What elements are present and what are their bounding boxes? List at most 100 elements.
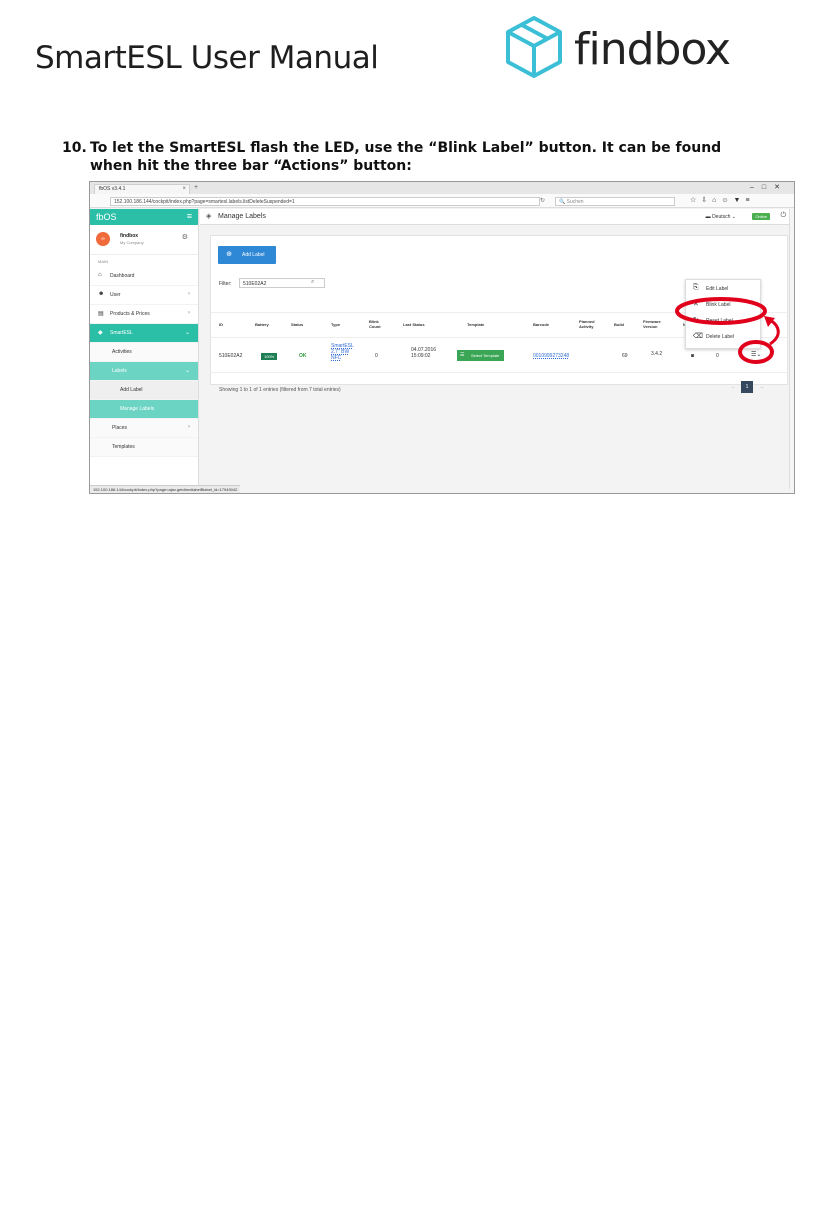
table-footer: Showing 1 to 1 of 1 entries (filtered fr… xyxy=(219,387,341,393)
cell-id: 510E02A2 xyxy=(219,353,243,359)
col-id[interactable]: ID xyxy=(219,322,223,327)
language-label: Deutsch xyxy=(712,214,731,220)
cell-type-link[interactable]: SmartESL 2.7" BW NFC xyxy=(331,343,357,361)
step-number: 10. xyxy=(62,140,87,156)
tag-icon: ◆ xyxy=(98,330,103,336)
col-firmware[interactable]: Firmware Version xyxy=(643,319,669,329)
sidebar-item-label: User xyxy=(110,292,121,298)
sidebar-item-activities[interactable]: Activities xyxy=(90,343,198,362)
col-build[interactable]: Build xyxy=(614,322,624,327)
new-tab-icon[interactable]: + xyxy=(194,184,198,191)
status-ok: OK xyxy=(299,353,307,359)
sidebar-item-smartesl[interactable]: ◆ SmartESL ⌄ xyxy=(90,324,198,343)
cell-last-status: 04.07.2016 15:09:02 xyxy=(411,347,437,359)
chevron-down-icon: ⌄ xyxy=(184,368,190,374)
sidebar-brand: fbOS ≡ xyxy=(90,209,198,225)
user-profile: ∞ findbox My Company ⚙ xyxy=(90,225,198,255)
sidebar-item-labels[interactable]: Labels ⌄ xyxy=(90,362,198,381)
sidebar-item-products[interactable]: ▤ Products & Prices › xyxy=(90,305,198,324)
col-type[interactable]: Type xyxy=(331,322,340,327)
url-field[interactable]: 152.100.186.144/cockpit/index.php?page=s… xyxy=(110,197,540,206)
browser-status-bar: 152.100.186.144/cockpit/index.php?page=a… xyxy=(90,485,241,493)
page-scrollbar[interactable] xyxy=(789,209,794,489)
col-battery[interactable]: Battery xyxy=(255,322,269,327)
chevron-right-icon: › xyxy=(188,424,190,430)
logo-text: findbox xyxy=(574,24,731,75)
language-select[interactable]: ▬ Deutsch ⌄ xyxy=(706,214,736,220)
sidebar-item-add-label[interactable]: Add Label xyxy=(90,381,198,400)
chevron-down-icon: ⌄ xyxy=(184,330,190,336)
browser-toolbar-icons[interactable]: ☆⇩⌂☺▼≡ xyxy=(690,196,755,204)
window-controls-icon[interactable]: –□✕ xyxy=(750,183,788,191)
cell-count: 0 xyxy=(716,353,719,359)
sidebar-item-label: Manage Labels xyxy=(120,406,155,412)
sidebar-item-places[interactable]: Places › xyxy=(90,419,198,438)
chevron-right-icon: › xyxy=(188,310,190,316)
edit-icon: ⎘ xyxy=(693,284,699,291)
cell-blink-count: 0 xyxy=(375,353,378,359)
box-logo-icon xyxy=(506,16,562,78)
browser-tab[interactable]: fbOS v3.4.1 × xyxy=(94,184,190,194)
sidebar-item-label: Dashboard xyxy=(110,273,135,279)
col-blink-count[interactable]: Blink Count xyxy=(369,319,385,329)
profile-company: My Company xyxy=(120,240,144,245)
col-status[interactable]: Status xyxy=(291,322,303,327)
pagination-current[interactable]: 1 xyxy=(741,381,753,393)
sidebar-section-head: MAIN xyxy=(98,259,108,264)
main-content: ◈ Manage Labels ▬ Deutsch ⌄ Online ⏻ ⊕ A… xyxy=(200,209,794,493)
pagination-prev[interactable]: ← xyxy=(731,384,736,390)
tags-icon: ◈ xyxy=(206,213,212,220)
select-template-text: Select Template xyxy=(471,353,500,358)
reload-icon[interactable]: ↻ xyxy=(540,197,545,204)
page-title: Manage Labels xyxy=(218,213,266,220)
brand-name: fbOS xyxy=(96,212,117,222)
menu-item-label: Edit Label xyxy=(706,286,729,292)
nfc-icon: ◙ xyxy=(691,353,695,359)
sidebar-item-label: Add Label xyxy=(120,387,143,393)
chevron-right-icon: › xyxy=(188,291,190,297)
sidebar-item-label: Templates xyxy=(112,444,135,450)
select-template-button[interactable]: ☰ Select Template xyxy=(457,350,505,361)
actions-dropdown: ⎘ Edit Label ✕ Blink Label ↻ Reset Label… xyxy=(685,279,761,349)
flash-icon: ✕ xyxy=(693,301,699,308)
list-icon: ☰ xyxy=(460,352,465,358)
edit-label-item[interactable]: ⎘ Edit Label xyxy=(686,280,760,296)
col-planned-activity[interactable]: Planned Activity xyxy=(579,319,601,329)
filter-label: Filter: xyxy=(219,281,232,287)
menu-toggle-icon[interactable]: ≡ xyxy=(187,211,192,221)
step-text: To let the SmartESL flash the LED, use t… xyxy=(90,140,722,174)
user-icon: ☻ xyxy=(98,291,105,297)
power-icon[interactable]: ⏻ xyxy=(780,212,786,220)
sidebar-item-user[interactable]: ☻ User › xyxy=(90,286,198,305)
delete-label-item[interactable]: ⌫ Delete Label xyxy=(686,328,760,344)
add-label-text: Add Label xyxy=(242,252,265,258)
sidebar-item-templates[interactable]: Templates xyxy=(90,438,198,457)
plus-icon: ⊕ xyxy=(226,251,232,258)
pagination-next[interactable]: → xyxy=(759,384,764,390)
menu-item-label: Delete Label xyxy=(706,334,735,340)
add-label-button[interactable]: ⊕ Add Label xyxy=(218,246,276,264)
menu-item-label: Reset Label xyxy=(706,318,733,324)
search-placeholder: Suchen xyxy=(566,199,584,205)
sidebar-item-dashboard[interactable]: ⌂ Dashboard xyxy=(90,267,198,286)
actions-menu-button[interactable]: ☰⌄ xyxy=(751,351,761,358)
blink-label-item[interactable]: ✕ Blink Label xyxy=(686,296,760,312)
list-icon: ▤ xyxy=(98,311,104,317)
reset-label-item[interactable]: ↻ Reset Label xyxy=(686,312,760,328)
settings-icon[interactable]: ⚙ xyxy=(182,233,188,241)
refresh-icon: ↻ xyxy=(693,317,699,324)
document-title: SmartESL User Manual xyxy=(35,40,379,76)
col-barcode[interactable]: Barcode xyxy=(533,322,549,327)
col-template[interactable]: Template xyxy=(467,322,484,327)
findbox-logo: findbox xyxy=(502,14,747,86)
sidebar-item-manage-labels[interactable]: Manage Labels xyxy=(90,400,198,419)
search-icon[interactable]: ⌕ xyxy=(311,279,314,286)
home-icon: ⌂ xyxy=(98,272,102,278)
online-badge: Online xyxy=(752,213,770,220)
col-last-status[interactable]: Last Status xyxy=(403,322,425,327)
close-tab-icon[interactable]: × xyxy=(182,186,186,192)
tab-title: fbOS v3.4.1 xyxy=(99,186,126,192)
browser-search-field[interactable]: 🔍 Suchen xyxy=(555,197,675,206)
cell-barcode-link[interactable]: 0010999273248 xyxy=(533,353,569,359)
avatar: ∞ xyxy=(96,232,110,246)
